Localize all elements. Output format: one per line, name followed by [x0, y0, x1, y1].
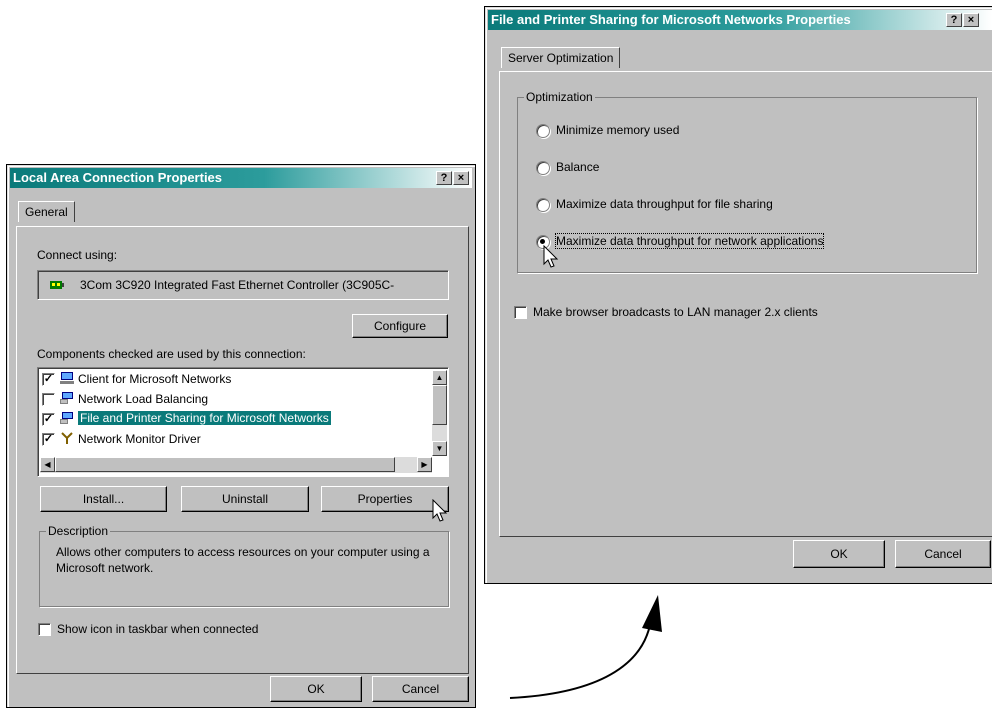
browser-broadcasts-label: Make browser broadcasts to LAN manager 2…: [533, 305, 818, 319]
show-icon-label: Show icon in taskbar when connected: [57, 622, 259, 636]
window-title: Local Area Connection Properties: [13, 170, 223, 185]
checkbox[interactable]: [42, 393, 55, 406]
checkbox[interactable]: ✓: [42, 413, 55, 426]
local-area-connection-properties-window: Local Area Connection Properties ? × Gen…: [6, 164, 476, 708]
cancel-label: Cancel: [924, 547, 962, 561]
checkbox[interactable]: ✓: [42, 433, 55, 446]
mouse-cursor-icon: [543, 245, 559, 268]
description-title: Description: [46, 524, 111, 538]
description-text: Allows other computers to access resourc…: [56, 545, 430, 575]
checkbox[interactable]: ✓: [42, 373, 55, 386]
scroll-thumb[interactable]: [432, 385, 447, 425]
optimization-title: Optimization: [524, 90, 595, 104]
file-printer-sharing-properties-window: File and Printer Sharing for Microsoft N…: [484, 6, 992, 584]
tab-server-label: Server Optimization: [508, 51, 614, 65]
components-list[interactable]: ✓ Client for Microsoft Networks Network …: [37, 367, 449, 477]
ok-label: OK: [830, 547, 848, 561]
window-title: File and Printer Sharing for Microsoft N…: [491, 12, 851, 27]
tab-general-label: General: [25, 205, 68, 219]
cancel-button[interactable]: Cancel: [372, 676, 469, 702]
adapter-field: 3Com 3C920 Integrated Fast Ethernet Cont…: [37, 270, 449, 300]
help-button[interactable]: ?: [946, 13, 962, 27]
list-item-label: Network Load Balancing: [78, 392, 209, 406]
connect-using-label: Connect using:: [37, 248, 118, 262]
uninstall-label: Uninstall: [221, 492, 269, 506]
radio-maximize-file-sharing[interactable]: [536, 198, 550, 212]
network-service-icon: [60, 412, 73, 424]
connector-arrow: [509, 595, 662, 699]
browser-broadcasts-checkbox[interactable]: [514, 306, 527, 319]
components-label: Components checked are used by this conn…: [37, 347, 306, 361]
description-group: Description Allows other computers to ac…: [39, 524, 449, 607]
list-item-label: File and Printer Sharing for Microsoft N…: [77, 410, 332, 426]
tab-general[interactable]: General: [18, 201, 75, 222]
mouse-cursor-icon: [432, 499, 448, 522]
install-label: Install...: [82, 492, 125, 506]
configure-button[interactable]: Configure: [352, 314, 448, 338]
properties-label: Properties: [357, 492, 413, 506]
ok-button[interactable]: OK: [270, 676, 362, 702]
network-service-icon: [60, 392, 73, 404]
radio-balance[interactable]: [536, 161, 550, 175]
help-button[interactable]: ?: [436, 171, 452, 185]
network-client-icon: [60, 372, 74, 384]
list-item-label: Network Monitor Driver: [78, 432, 201, 446]
tab-server-optimization[interactable]: Server Optimization: [501, 47, 621, 68]
close-button[interactable]: ×: [963, 13, 979, 27]
scroll-right-icon[interactable]: ▶: [417, 457, 432, 472]
close-button[interactable]: ×: [453, 171, 469, 185]
radio-minimize-memory[interactable]: [536, 124, 550, 138]
network-adapter-icon: [50, 281, 64, 289]
horizontal-scrollbar[interactable]: ◀ ▶: [40, 457, 432, 473]
radio-label: Minimize memory used: [556, 123, 680, 137]
scroll-thumb[interactable]: [55, 457, 395, 472]
radio-label: Maximize data throughput for file sharin…: [556, 197, 773, 211]
cancel-button[interactable]: Cancel: [895, 540, 991, 568]
radio-label: Maximize data throughput for network app…: [554, 233, 825, 249]
cancel-label: Cancel: [401, 682, 440, 696]
adapter-name: 3Com 3C920 Integrated Fast Ethernet Cont…: [80, 278, 395, 292]
title-bar[interactable]: Local Area Connection Properties ? ×: [10, 168, 472, 188]
ok-button[interactable]: OK: [793, 540, 885, 568]
list-item-label: Client for Microsoft Networks: [78, 372, 232, 386]
configure-label: Configure: [373, 319, 427, 333]
scroll-down-icon[interactable]: ▼: [432, 441, 447, 456]
show-icon-checkbox[interactable]: [38, 623, 51, 636]
uninstall-button[interactable]: Uninstall: [181, 486, 309, 512]
install-button[interactable]: Install...: [40, 486, 167, 512]
radio-label: Balance: [556, 160, 600, 174]
protocol-icon: [61, 432, 73, 444]
ok-label: OK: [307, 682, 325, 696]
vertical-scrollbar[interactable]: ▲ ▼: [432, 370, 447, 456]
scroll-left-icon[interactable]: ◀: [40, 457, 55, 472]
title-bar[interactable]: File and Printer Sharing for Microsoft N…: [488, 10, 992, 30]
scroll-up-icon[interactable]: ▲: [432, 370, 447, 385]
properties-button[interactable]: Properties: [321, 486, 449, 512]
